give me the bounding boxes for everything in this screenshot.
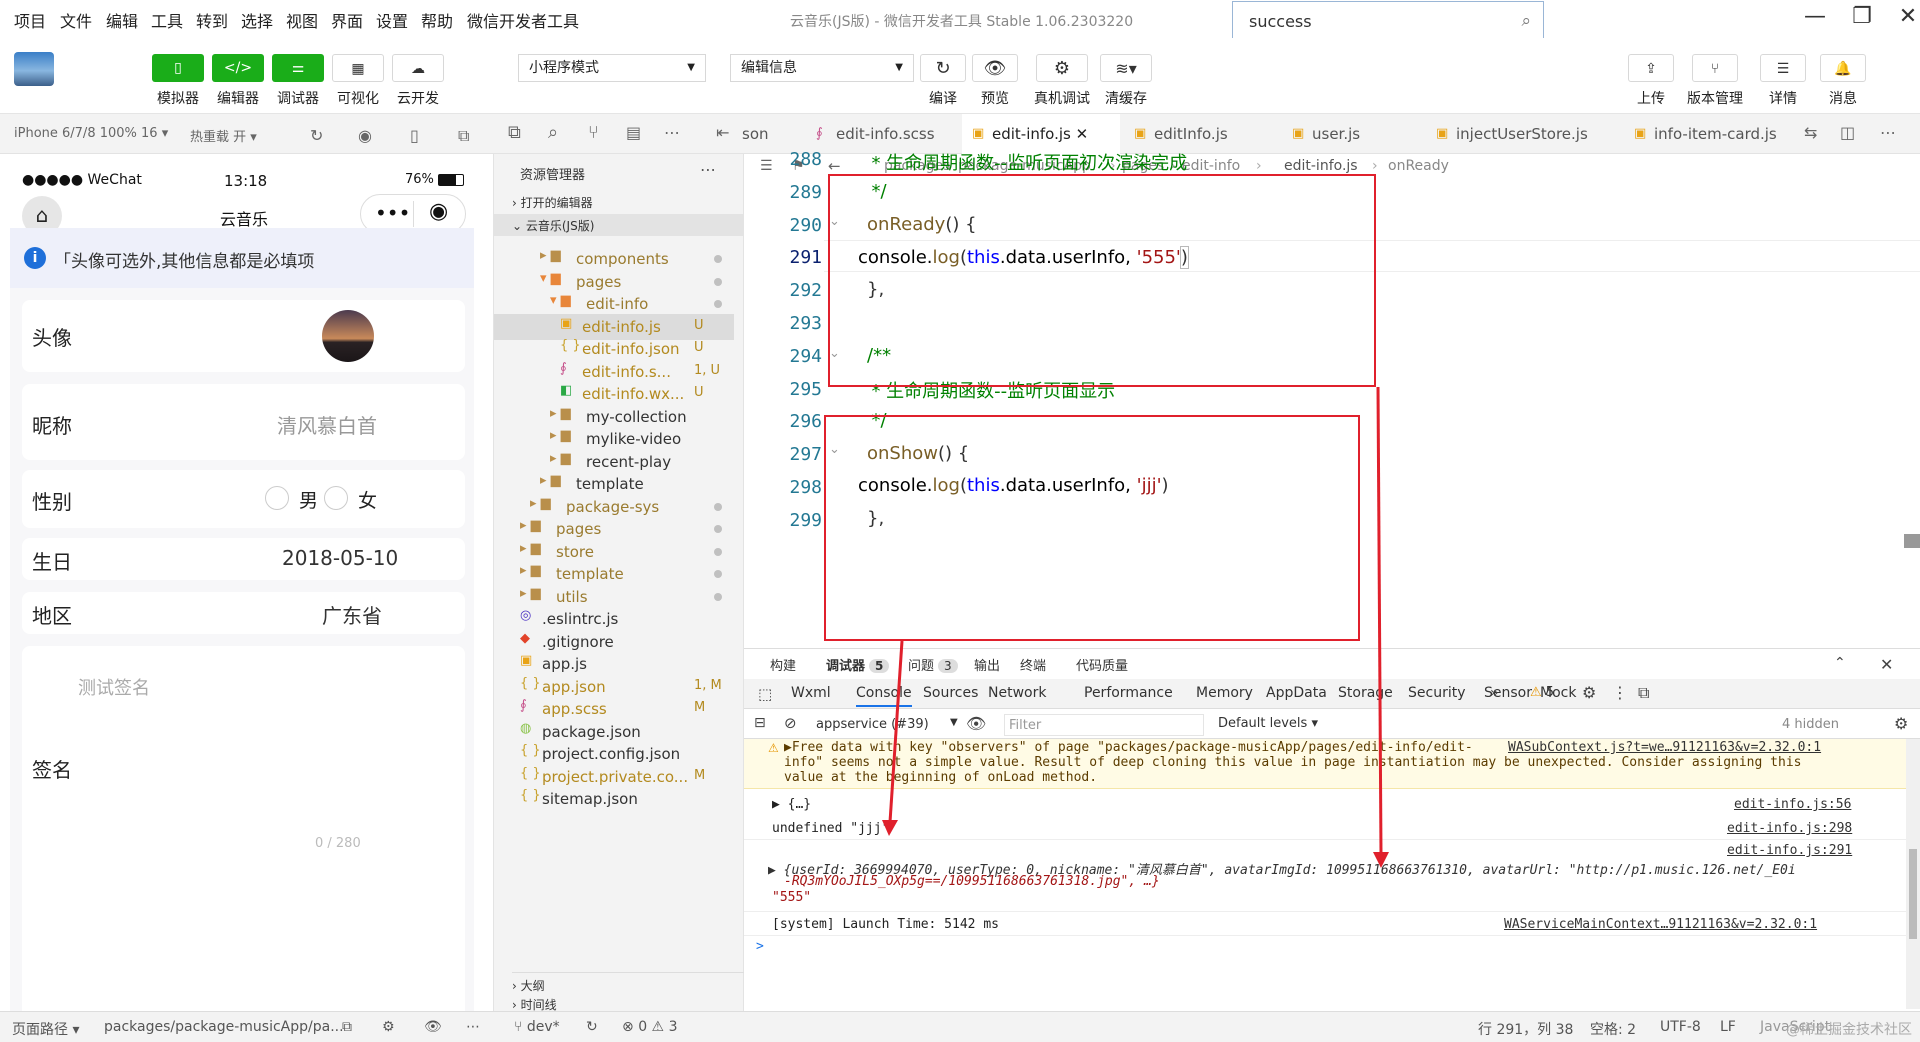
bug-icon[interactable]: ⚙ [382, 1019, 395, 1035]
indent-setting[interactable]: 空格: 2 [1590, 1019, 1636, 1039]
warning-count: 3 [668, 1019, 678, 1035]
branch-name: dev* [526, 1019, 560, 1035]
problems-indicator[interactable]: ⊗ 0 ⚠ 3 [622, 1019, 677, 1035]
page-path-select[interactable]: 页面路径 ▾ [12, 1019, 79, 1039]
page-path[interactable]: packages/package-musicApp/pa... [104, 1019, 344, 1035]
more-icon[interactable]: ⋯ [466, 1019, 480, 1035]
watermark-text: @稀土掘金技术社区 [1786, 1022, 1912, 1038]
cursor-position[interactable]: 行 291，列 38 [1478, 1019, 1573, 1039]
arrow-head-onshow [882, 820, 898, 836]
annotation-arrows [882, 386, 1389, 868]
copy-icon[interactable]: ⧉ [342, 1019, 352, 1035]
sync-icon[interactable]: ↻ [586, 1019, 598, 1035]
status-bar: 页面路径 ▾ packages/package-musicApp/pa... ⧉… [0, 1011, 1920, 1042]
line-ending[interactable]: LF [1720, 1019, 1736, 1035]
arrow-line-onready [1376, 386, 1383, 855]
eye-icon[interactable]: 👁 [424, 1019, 442, 1035]
branch-icon[interactable]: ⑂ dev* [514, 1019, 560, 1035]
error-count: 0 [638, 1019, 648, 1035]
encoding[interactable]: UTF-8 [1660, 1019, 1701, 1035]
arrow-line-onshow [888, 640, 904, 823]
arrow-head-onready [1373, 852, 1389, 868]
